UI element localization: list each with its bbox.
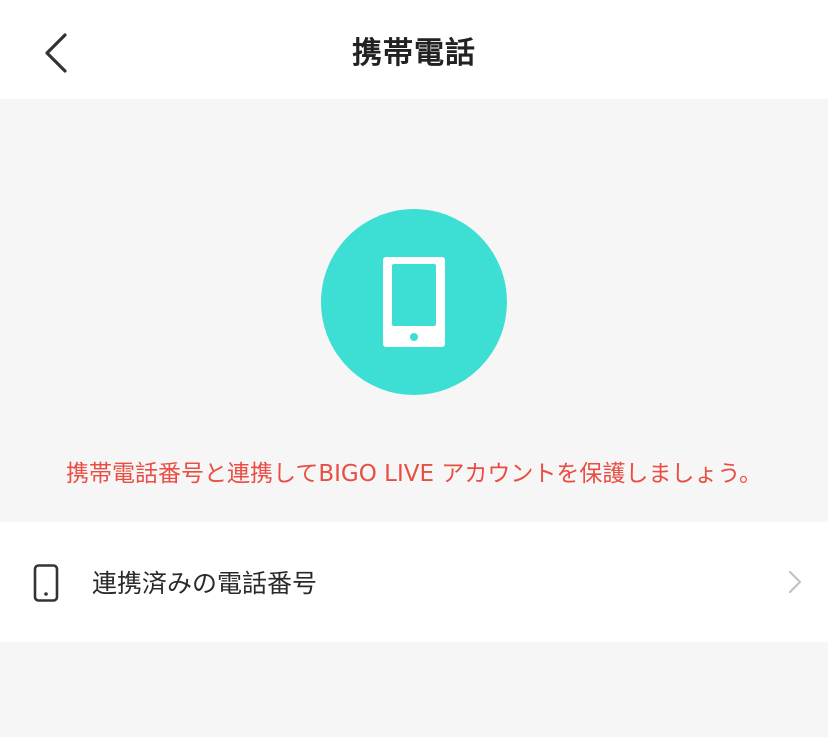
security-notice: 携帯電話番号と連携してBIGO LIVE アカウントを保護しましょう。 (66, 461, 762, 487)
list-item-linked-phone[interactable]: 連携済みの電話番号 (0, 522, 828, 642)
hero-section: 携帯電話番号と連携してBIGO LIVE アカウントを保護しましょう。 (0, 99, 828, 522)
header-bar: 携帯電話 (0, 0, 828, 99)
phone-badge (321, 209, 507, 395)
smartphone-outline-icon (33, 564, 59, 602)
chevron-right-icon (788, 570, 802, 594)
smartphone-icon (383, 257, 445, 347)
page-title: 携帯電話 (352, 35, 476, 71)
back-button[interactable] (30, 24, 82, 82)
list-item-label: 連携済みの電話番号 (92, 569, 318, 598)
chevron-left-icon (45, 33, 67, 73)
